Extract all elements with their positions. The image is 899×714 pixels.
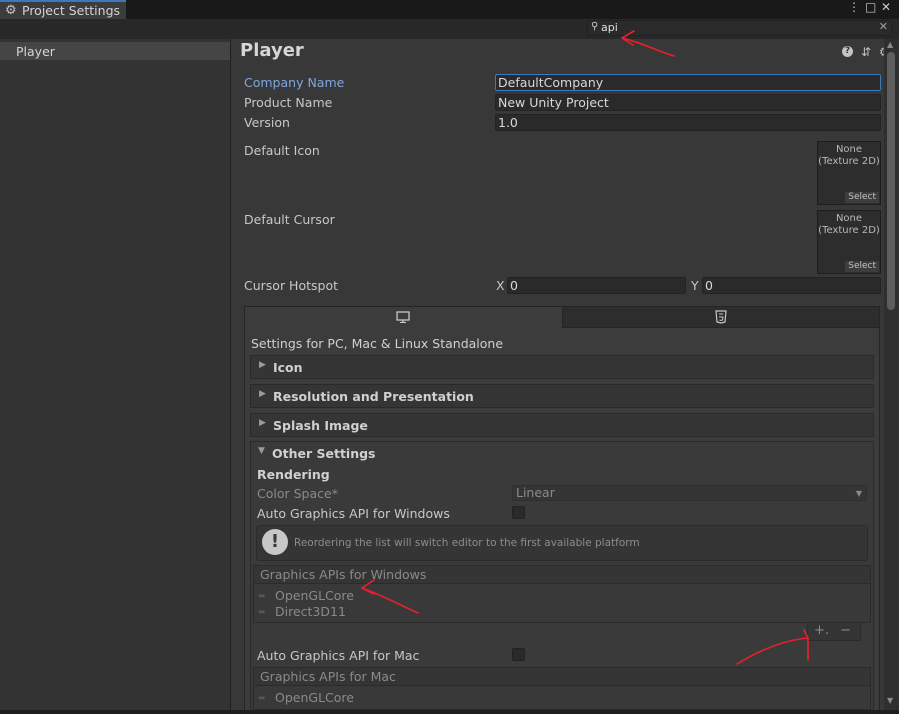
annotation-arrow-list bbox=[361, 579, 419, 614]
annotation-arrow-plus bbox=[736, 629, 809, 665]
annotation-arrow-search bbox=[621, 30, 675, 57]
annotation-arrows bbox=[361, 30, 809, 665]
